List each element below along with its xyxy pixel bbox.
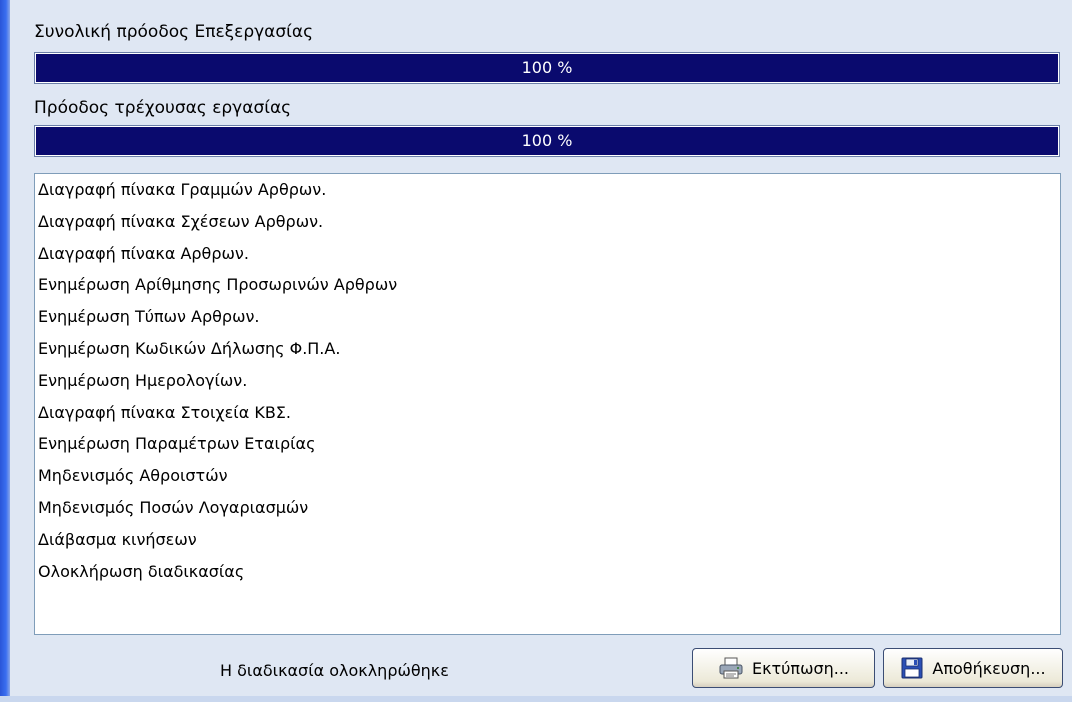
log-list[interactable]: Διαγραφή πίνακα Γραμμών Αρθρων. Διαγραφή… xyxy=(34,173,1061,635)
list-item: Ενημέρωση Αρίθμησης Προσωρινών Αρθρων xyxy=(38,275,398,295)
list-item: Μηδενισμός Αθροιστών xyxy=(38,466,228,486)
list-item: Μηδενισμός Ποσών Λογαριασμών xyxy=(38,497,309,517)
window-left-border xyxy=(0,0,10,702)
list-item: Διαγραφή πίνακα Γραμμών Αρθρων. xyxy=(38,180,327,199)
overall-progress-label: Συνολική πρόοδος Επεξεργασίας xyxy=(34,22,314,42)
overall-progress-bar: 100 % xyxy=(34,52,1060,84)
list-item: Ενημέρωση Παραμέτρων Εταιρίας xyxy=(38,434,316,454)
progress-dialog: Συνολική πρόοδος Επεξεργασίας 100 % Πρόο… xyxy=(0,0,1072,702)
list-item: Διαγραφή πίνακα Σχέσεων Αρθρων. xyxy=(38,211,324,231)
list-item: Ενημέρωση Ημερολογίων. xyxy=(38,370,248,390)
list-item: Ολοκλήρωση διαδικασίας xyxy=(38,561,245,581)
current-progress-text: 100 % xyxy=(521,131,573,150)
list-item: Διαγραφή πίνακα Αρθρων. xyxy=(38,243,249,263)
overall-progress-text: 100 % xyxy=(521,58,573,77)
status-text: Η διαδικασία ολοκληρώθηκε xyxy=(220,661,449,680)
list-item: Διάβασμα κινήσεων xyxy=(38,529,197,549)
print-button-label: Εκτύπωση... xyxy=(752,658,849,678)
current-progress-label: Πρόοδος τρέχουσας εργασίας xyxy=(34,98,292,118)
list-item: Διαγραφή πίνακα Στοιχεία ΚΒΣ. xyxy=(38,402,291,422)
save-button[interactable]: Αποθήκευση... xyxy=(883,648,1063,688)
list-item: Ενημέρωση Κωδικών Δήλωσης Φ.Π.Α. xyxy=(38,338,341,358)
print-button[interactable]: Εκτύπωση... xyxy=(692,648,875,688)
floppy-disk-icon xyxy=(900,656,924,680)
printer-icon xyxy=(718,656,744,680)
current-progress-bar: 100 % xyxy=(34,125,1060,157)
window-bottom-border xyxy=(0,696,1072,702)
list-item: Ενημέρωση Τύπων Αρθρων. xyxy=(38,307,260,327)
save-button-label: Αποθήκευση... xyxy=(932,658,1046,678)
